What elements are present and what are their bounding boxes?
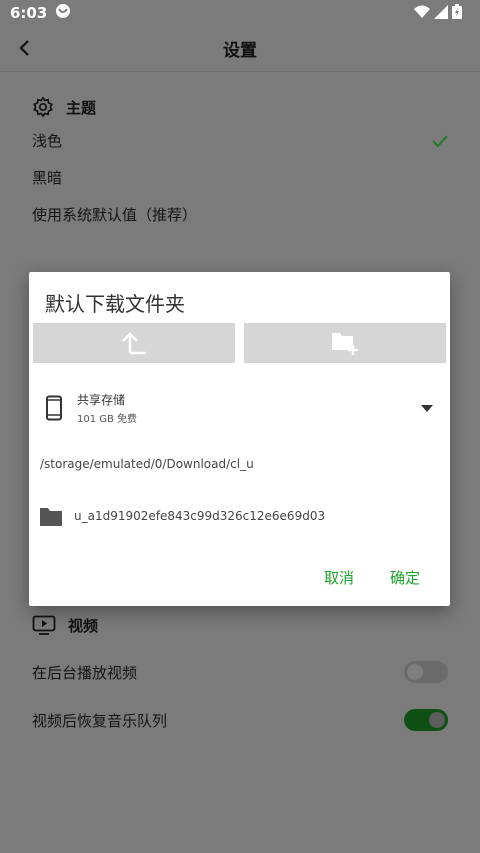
status-time: 6:03 <box>10 4 48 22</box>
folder-icon <box>40 507 62 526</box>
parent-folder-button[interactable] <box>33 323 235 363</box>
arrow-up-icon <box>122 332 146 355</box>
resume-queue-label: 视频后恢复音乐队列 <box>32 711 168 730</box>
theme-option-light[interactable]: 浅色 <box>0 122 480 159</box>
cancel-button[interactable]: 取消 <box>324 567 354 588</box>
tv-play-icon <box>32 615 56 635</box>
folder-list-item[interactable]: u_a1d91902efe843c99d326c12e6e69d03 <box>39 502 325 530</box>
theme-option-label: 黑暗 <box>32 169 63 187</box>
storage-name: 共享存储 <box>77 393 126 407</box>
video-section-header: 视频 <box>0 610 480 640</box>
phone-icon <box>46 395 62 421</box>
chevron-left-icon <box>19 40 29 56</box>
dialog-title: 默认下载文件夹 <box>45 292 185 316</box>
theme-header-label: 主题 <box>66 98 97 117</box>
confirm-button[interactable]: 确定 <box>390 567 420 588</box>
folder-add-icon <box>332 333 358 355</box>
storage-selector[interactable]: 共享存储 101 GB 免费 <box>43 390 435 426</box>
battery-icon <box>452 3 462 23</box>
theme-option-dark[interactable]: 黑暗 <box>0 159 480 196</box>
check-icon <box>432 134 448 147</box>
back-button[interactable] <box>12 36 36 60</box>
download-folder-dialog: 默认下载文件夹 共享存储 101 GB 免费 /storage/emulated… <box>29 272 450 606</box>
wifi-icon <box>414 4 430 23</box>
gear-icon <box>33 96 53 118</box>
resume-queue-toggle[interactable] <box>404 709 448 731</box>
resume-queue-row[interactable]: 视频后恢复音乐队列 <box>0 696 480 744</box>
theme-option-label: 使用系统默认值（推荐） <box>32 206 198 224</box>
app-notification-icon <box>55 3 71 23</box>
video-header-label: 视频 <box>68 616 99 635</box>
folder-name: u_a1d91902efe843c99d326c12e6e69d03 <box>74 509 326 523</box>
app-bar: 设置 <box>0 26 480 72</box>
theme-option-label: 浅色 <box>32 132 63 150</box>
status-bar: 6:03 <box>0 0 480 26</box>
storage-free-space: 101 GB 免费 <box>77 414 138 425</box>
signal-icon <box>434 4 448 23</box>
background-play-toggle[interactable] <box>404 661 448 683</box>
theme-option-system[interactable]: 使用系统默认值（推荐） <box>0 196 480 233</box>
background-play-label: 在后台播放视频 <box>32 663 138 682</box>
new-folder-button[interactable] <box>244 323 446 363</box>
current-path: /storage/emulated/0/Download/cl_u <box>40 457 254 471</box>
theme-section-header: 主题 <box>0 92 480 122</box>
background-play-row[interactable]: 在后台播放视频 <box>0 648 480 696</box>
dropdown-arrow-icon[interactable] <box>419 400 435 416</box>
page-title: 设置 <box>223 41 257 61</box>
